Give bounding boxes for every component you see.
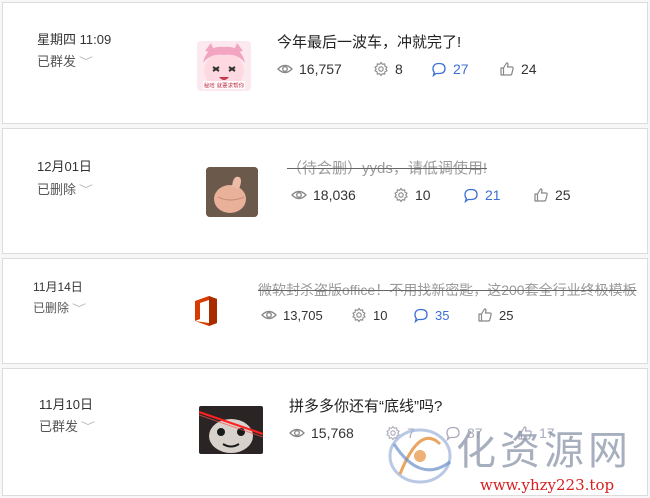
post-stats: 16,757 8 27 24 <box>277 61 537 77</box>
status-label: 已群发 <box>39 419 79 434</box>
comment-icon <box>464 188 478 203</box>
shares-stat: 10 <box>351 307 413 323</box>
shares-stat: 8 <box>373 61 431 77</box>
status-label: 已群发 <box>37 54 77 69</box>
views-count: 15,768 <box>311 425 354 441</box>
chevron-down-icon: ﹀ <box>79 57 94 68</box>
eye-icon <box>289 428 305 438</box>
shares-count: 7 <box>407 425 415 441</box>
likes-count: 25 <box>555 187 571 203</box>
comments-count: 27 <box>453 61 469 77</box>
views-stat: 13,705 <box>261 307 351 323</box>
post-title[interactable]: 拼多多你还有“底线”吗? <box>289 395 442 416</box>
comments-count: 37 <box>467 425 483 441</box>
shares-count: 10 <box>373 307 388 323</box>
post-thumbnail[interactable] <box>199 406 263 454</box>
post-thumbnail[interactable] <box>191 295 221 327</box>
thumbs-up-icon <box>500 62 514 76</box>
comments-stat[interactable]: 21 <box>463 187 533 203</box>
post-stats: 18,036 10 21 25 <box>291 187 571 203</box>
status-dropdown[interactable]: 已群发 ﹀ <box>39 416 96 435</box>
post-card: 11月14日 已删除 ﹀ 微软封杀盗版office！不用找新密匙，这200套全行… <box>2 258 648 364</box>
comments-stat[interactable]: 37 <box>445 425 517 441</box>
comment-icon <box>432 62 446 77</box>
views-stat: 16,757 <box>277 61 365 77</box>
post-thumbnail[interactable]: 秘哈 就要求帮你 <box>197 41 251 91</box>
gear-share-icon <box>352 307 366 323</box>
likes-count: 25 <box>499 307 514 323</box>
chevron-down-icon: ﹀ <box>79 185 94 196</box>
post-card: 星期四 11:09 已群发 ﹀ 秘哈 就要求帮你 今年最后一波车，冲就完了! 1… <box>2 2 648 124</box>
comment-icon <box>446 426 460 441</box>
likes-stat: 25 <box>533 187 571 203</box>
status-dropdown[interactable]: 已删除 ﹀ <box>37 179 94 198</box>
comment-icon <box>414 308 428 323</box>
chevron-down-icon: ﹀ <box>81 422 96 433</box>
likes-count: 17 <box>539 425 555 441</box>
post-date: 11月10日 <box>39 397 93 412</box>
gear-share-icon <box>394 187 408 203</box>
views-stat: 18,036 <box>291 187 383 203</box>
views-count: 16,757 <box>299 61 342 77</box>
office-logo-icon <box>195 296 217 326</box>
status-label: 已删除 <box>37 182 77 197</box>
eye-icon <box>261 310 277 320</box>
shares-stat: 7 <box>385 425 445 441</box>
thumbs-up-icon <box>478 308 492 322</box>
status-label: 已删除 <box>33 301 70 315</box>
shares-stat: 10 <box>393 187 463 203</box>
views-stat: 15,768 <box>289 425 385 441</box>
comments-count: 21 <box>485 187 501 203</box>
shares-count: 8 <box>395 61 403 77</box>
status-dropdown[interactable]: 已群发 ﹀ <box>37 51 94 70</box>
gear-share-icon <box>374 61 388 77</box>
chevron-down-icon: ﹀ <box>72 304 87 315</box>
eye-icon <box>277 64 293 74</box>
gear-share-icon <box>386 425 400 441</box>
likes-count: 24 <box>521 61 537 77</box>
views-count: 18,036 <box>313 187 356 203</box>
likes-stat: 25 <box>477 307 513 323</box>
post-date: 11月14日 <box>33 280 83 294</box>
post-date: 12月01日 <box>37 159 92 174</box>
views-count: 13,705 <box>283 307 323 323</box>
comments-count: 35 <box>435 307 450 323</box>
post-date: 星期四 11:09 <box>37 32 112 47</box>
status-dropdown[interactable]: 已删除 ﹀ <box>33 299 87 316</box>
post-title[interactable]: 今年最后一波车，冲就完了! <box>277 31 461 52</box>
post-stats: 13,705 10 35 25 <box>261 307 513 323</box>
post-thumbnail[interactable] <box>206 167 258 217</box>
likes-stat: 24 <box>499 61 537 77</box>
thumbnail-caption: 秘哈 就要求帮你 <box>204 82 245 90</box>
shares-count: 10 <box>415 187 431 203</box>
post-title[interactable]: 微软封杀盗版office！不用找新密匙，这200套全行业终极模板 <box>258 280 637 300</box>
thumbs-up-icon <box>534 188 548 202</box>
post-card: 11月10日 已群发 ﹀ 拼多多你还有“底线”吗? 15,768 7 37 17 <box>2 368 648 496</box>
comments-stat[interactable]: 35 <box>413 307 477 323</box>
post-stats: 15,768 7 37 17 <box>289 425 555 441</box>
likes-stat: 17 <box>517 425 555 441</box>
thumbs-up-icon <box>518 426 532 440</box>
post-title[interactable]: （待会删）yyds，请低调使用! <box>287 157 487 178</box>
eye-icon <box>291 190 307 200</box>
post-card: 12月01日 已删除 ﹀ （待会删）yyds，请低调使用! 18,036 10 … <box>2 128 648 254</box>
comments-stat[interactable]: 27 <box>431 61 499 77</box>
